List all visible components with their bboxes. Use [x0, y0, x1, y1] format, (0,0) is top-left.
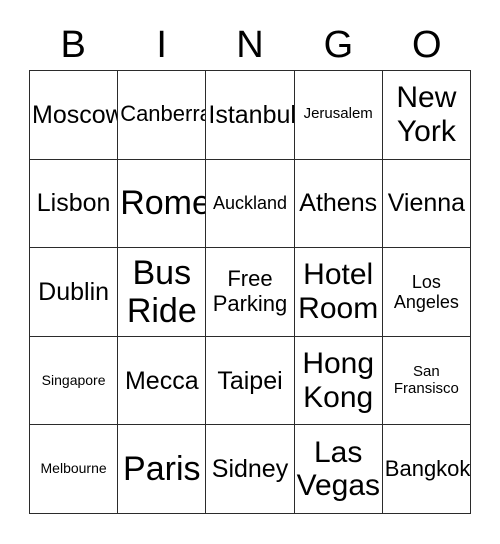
- bingo-cell-label: Rome: [120, 184, 207, 223]
- bingo-cell[interactable]: New York: [382, 71, 471, 160]
- bingo-cell-label: Bangkok: [384, 455, 471, 481]
- bingo-cell[interactable]: Hotel Room: [294, 248, 383, 337]
- bingo-cell-label: Moscow: [32, 100, 119, 129]
- bingo-cell-label: Vienna: [387, 189, 466, 218]
- header-letter-i: I: [156, 24, 167, 66]
- bingo-cell-label: New York: [396, 81, 457, 148]
- header-letter-g: G: [323, 24, 354, 66]
- bingo-cell[interactable]: Bus Ride: [118, 248, 207, 337]
- bingo-cell[interactable]: Vienna: [382, 159, 471, 249]
- bingo-cell[interactable]: Rome: [118, 159, 207, 249]
- bingo-cell-label: Sidney: [211, 455, 289, 484]
- bingo-cell-label: Bus Ride: [126, 253, 197, 330]
- header-letter-b: B: [60, 24, 86, 66]
- bingo-cell-label: San Fransisco: [393, 362, 459, 397]
- bingo-cell[interactable]: Los Angeles: [382, 248, 471, 337]
- bingo-cell-label: Las Vegas: [296, 435, 381, 503]
- bingo-cell[interactable]: Jerusalem: [294, 71, 383, 160]
- header-letter-o: O: [412, 24, 442, 66]
- bingo-cell-label: Taipei: [217, 366, 283, 395]
- bingo-cell-label: Istanbul: [208, 100, 295, 129]
- bingo-cell[interactable]: Canberra: [118, 71, 207, 160]
- bingo-cell[interactable]: Dublin: [30, 248, 119, 337]
- bingo-cell-label: Mecca: [124, 366, 199, 395]
- bingo-card: B I N G O Moscow Canberra Istanbul Jerusale…: [0, 0, 500, 544]
- bingo-cell[interactable]: Auckland: [206, 159, 295, 249]
- bingo-cell-label: Singapore: [41, 371, 106, 388]
- bingo-cell[interactable]: Singapore: [30, 336, 119, 426]
- bingo-cell[interactable]: Las Vegas: [294, 425, 383, 514]
- bingo-header: B I N G O: [29, 22, 471, 68]
- bingo-cell-label: Auckland: [212, 193, 288, 214]
- bingo-cell[interactable]: Lisbon: [30, 159, 119, 249]
- bingo-cell[interactable]: Sidney: [206, 425, 295, 514]
- bingo-cell-label: Melbourne: [40, 460, 107, 477]
- bingo-cell[interactable]: Bangkok: [382, 425, 471, 514]
- bingo-cell[interactable]: Taipei: [206, 336, 295, 426]
- bingo-cell-label: Jerusalem: [303, 105, 373, 123]
- bingo-grid: Moscow Canberra Istanbul Jerusalem New York L…: [29, 70, 471, 514]
- bingo-cell[interactable]: Moscow: [30, 71, 119, 160]
- bingo-cell[interactable]: Istanbul: [206, 71, 295, 160]
- bingo-cell-label: Lisbon: [36, 189, 111, 218]
- bingo-cell[interactable]: Athens: [294, 159, 383, 249]
- bingo-cell-label: Hotel Room: [298, 258, 379, 325]
- bingo-cell[interactable]: Mecca: [118, 336, 207, 426]
- bingo-cell-label: Dublin: [38, 277, 110, 306]
- bingo-cell[interactable]: San Fransisco: [382, 336, 471, 426]
- bingo-cell-label: Athens: [299, 189, 378, 218]
- bingo-cell-label: Hong Kong: [302, 347, 375, 414]
- bingo-cell[interactable]: Paris: [118, 425, 207, 514]
- bingo-cell-label: Paris: [123, 450, 201, 489]
- bingo-cell-label: Free Parking: [212, 266, 288, 316]
- header-letter-n: N: [236, 24, 264, 66]
- bingo-cell[interactable]: Melbourne: [30, 425, 119, 514]
- bingo-cell[interactable]: Free Parking: [206, 248, 295, 337]
- bingo-cell-label: Canberra: [120, 101, 207, 127]
- bingo-cell[interactable]: Hong Kong: [294, 336, 383, 426]
- bingo-cell-label: Los Angeles: [393, 271, 459, 312]
